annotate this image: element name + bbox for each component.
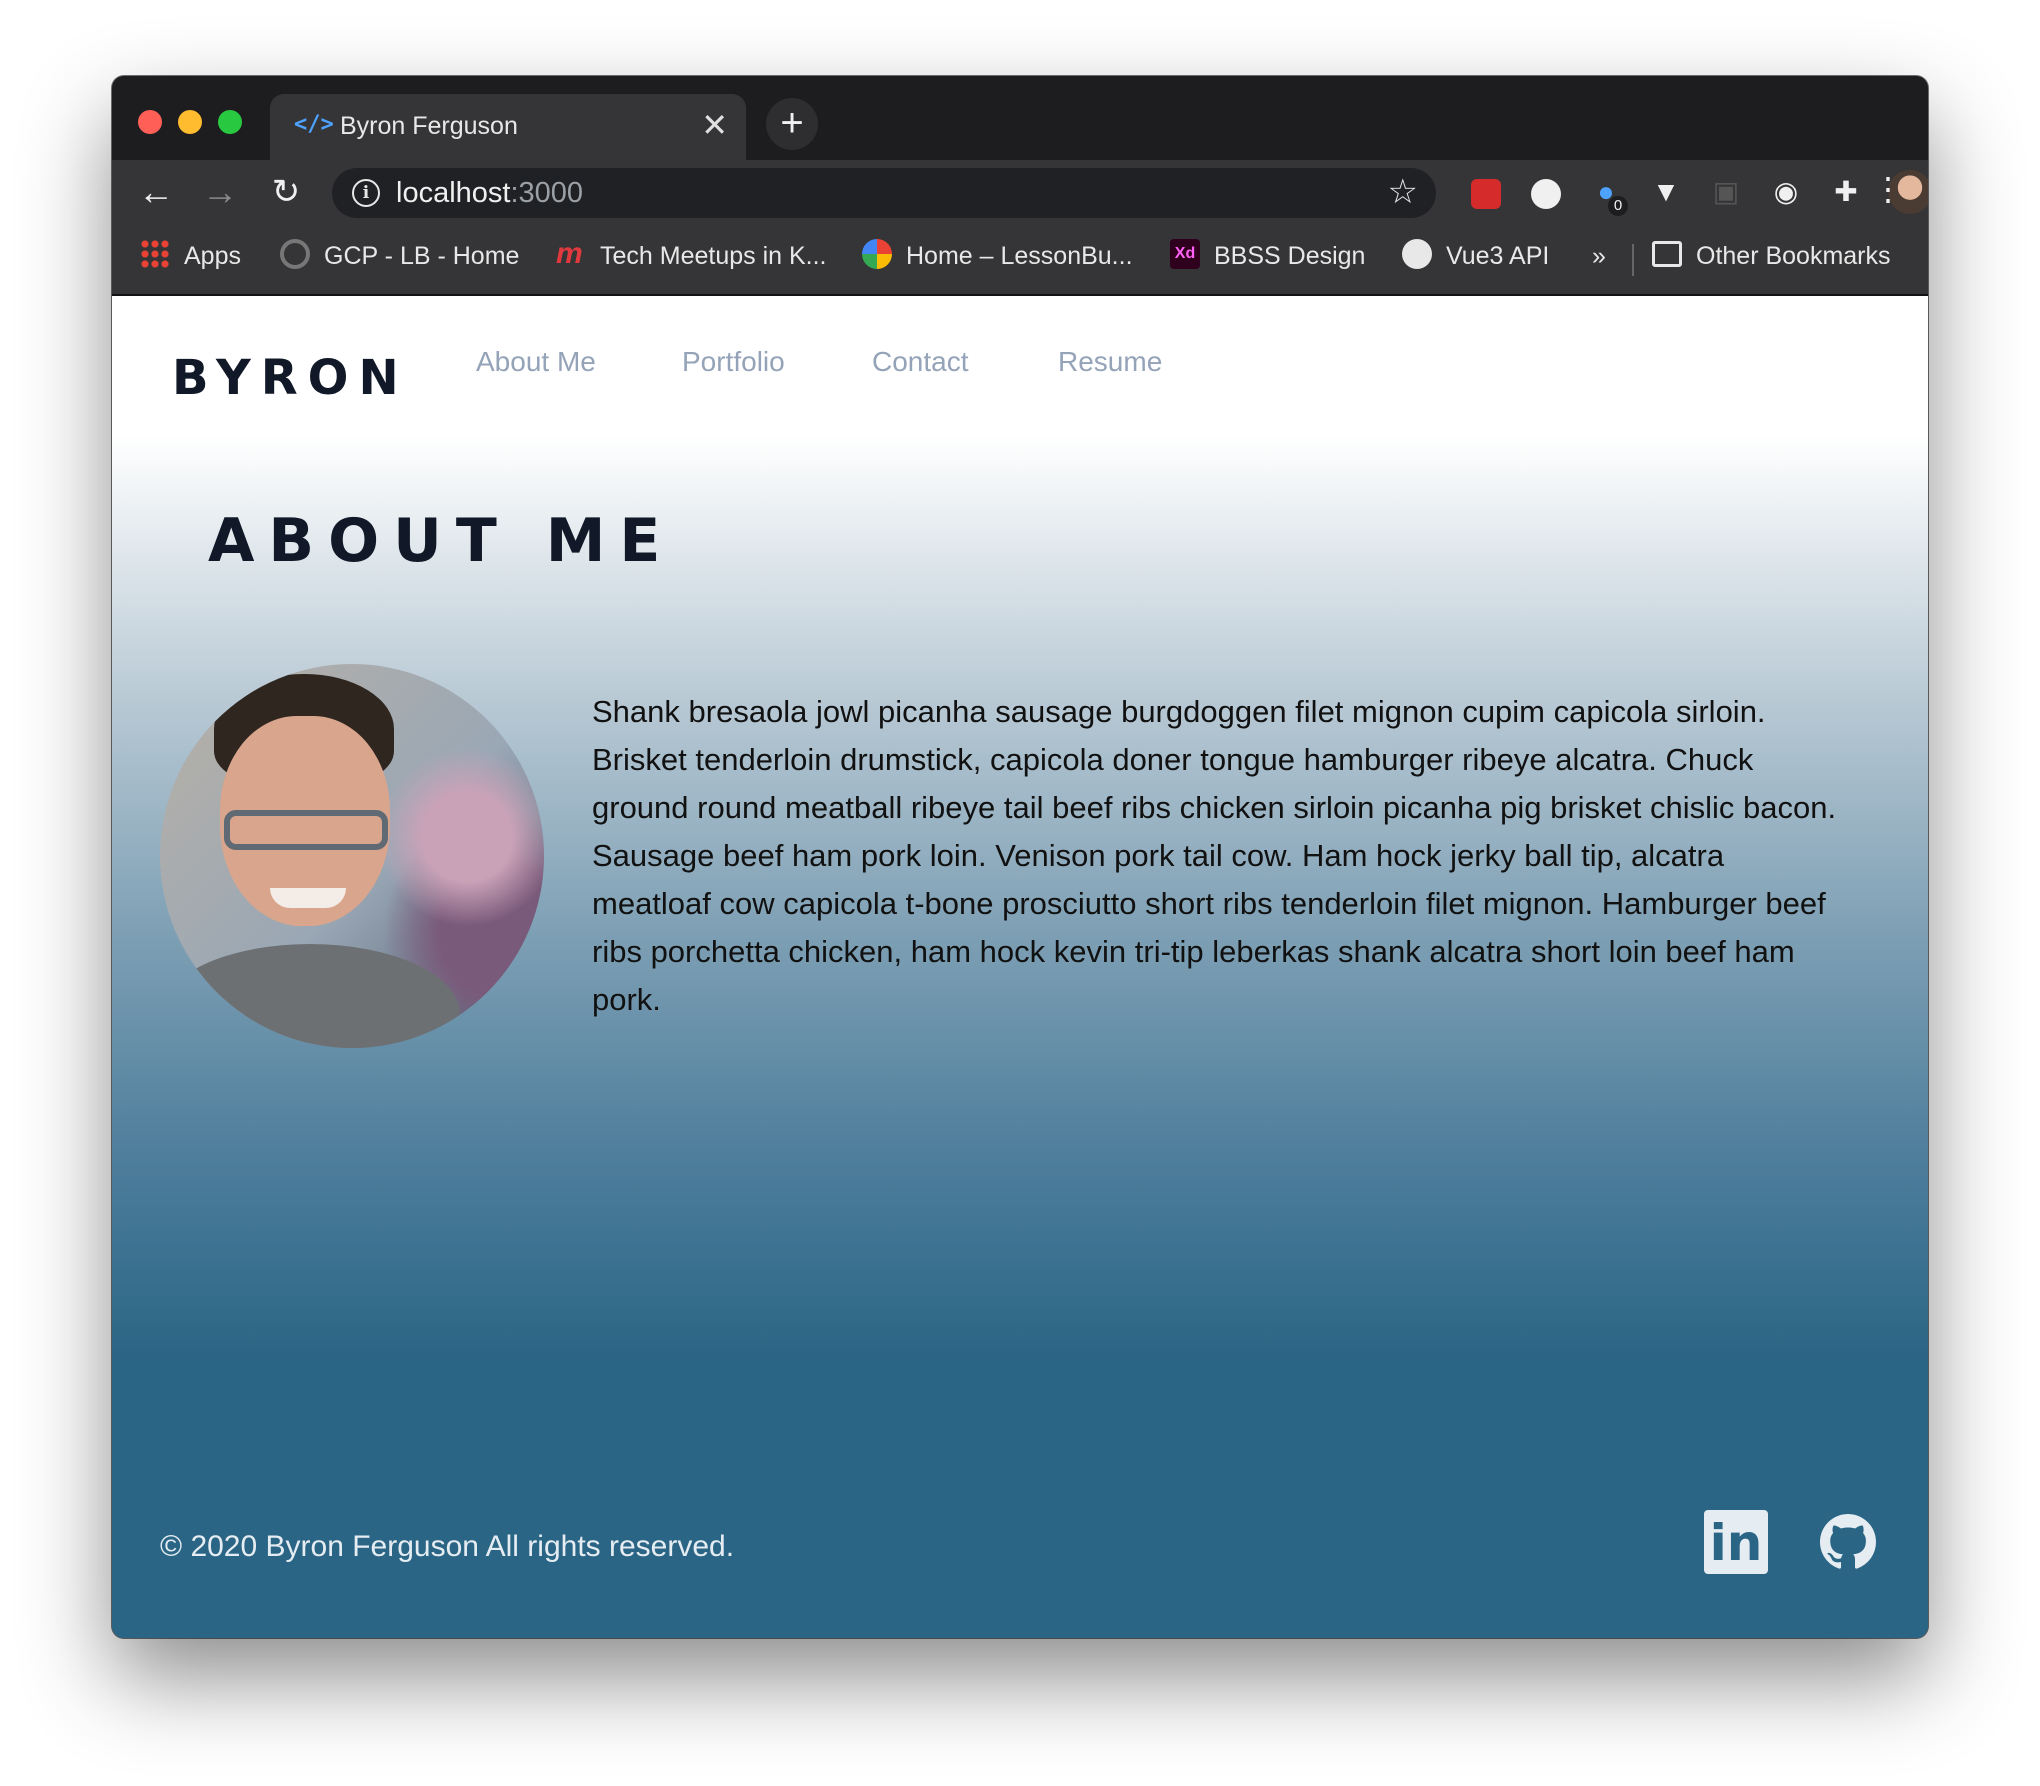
nav-contact[interactable]: Contact [872,346,969,378]
nav-resume[interactable]: Resume [1058,346,1162,378]
bookmark-label: Tech Meetups in K... [600,242,827,270]
address-bar[interactable]: i localhost:3000 ☆ [332,168,1436,218]
vue-devtools-icon[interactable]: ▼ [1646,172,1686,212]
bookmarks-divider [1632,244,1634,276]
bookmarks-bar: Apps GCP - LB - Home m Tech Meetups in K.… [112,224,1928,296]
nav-portfolio[interactable]: Portfolio [682,346,785,378]
bookmark-apps[interactable]: Apps [140,239,241,272]
globe-icon [1402,239,1432,270]
close-window-button[interactable] [138,110,162,134]
gcp-icon [280,239,310,270]
nav-about-me[interactable]: About Me [476,346,596,378]
linkedin-icon[interactable]: in [1704,1510,1768,1574]
site-logo[interactable]: BYRON [172,350,409,406]
reload-icon[interactable]: ↻ [264,170,308,214]
bookmarks-overflow-button[interactable]: » [1592,242,1606,271]
url-port: :3000 [510,177,584,209]
extension-json-icon[interactable] [1526,172,1566,212]
bookmark-meetups[interactable]: m Tech Meetups in K... [556,237,827,272]
kebab-menu-icon[interactable]: ⋮ [1872,170,1904,208]
url-host: localhost [396,177,511,209]
bookmark-bbss-design[interactable]: Xd BBSS Design [1170,239,1366,272]
tab-strip: </> Byron Ferguson ✕ + [112,76,1928,160]
apps-grid-icon [140,239,170,270]
bookmark-label: Home – LessonBu... [906,242,1133,270]
info-icon[interactable]: i [352,179,380,207]
bookmark-gcp[interactable]: GCP - LB - Home [280,239,520,272]
folder-icon [1652,241,1682,268]
adobe-xd-icon: Xd [1170,239,1200,270]
browser-window: </> Byron Ferguson ✕ + ← → ↻ i localhost… [112,76,1928,1638]
extension-red-icon[interactable] [1466,172,1506,212]
meetup-icon: m [556,237,583,271]
bookmark-label: GCP - LB - Home [324,242,520,270]
bookmark-label: Apps [184,242,241,270]
github-extension-icon[interactable]: ◉ [1766,172,1806,212]
url-text[interactable]: localhost:3000 [396,177,583,210]
minimize-window-button[interactable] [178,110,202,134]
bookmark-lessonbuddy[interactable]: Home – LessonBu... [862,239,1133,272]
tab-byron-ferguson[interactable]: </> Byron Ferguson ✕ [270,94,746,160]
profile-photo [160,664,544,1048]
github-icon[interactable] [1820,1514,1876,1570]
page-content: BYRON About Me Portfolio Contact Resume … [112,296,1928,1638]
bio-paragraph: Shank bresaola jowl picanha sausage burg… [592,694,1837,1017]
bookmark-label: Vue3 API [1446,242,1550,270]
bookmark-label: BBSS Design [1214,242,1366,270]
browser-toolbar: ← → ↻ i localhost:3000 ☆ ● 0 ▼ ▣ ◉ ✚ ⋮ [112,160,1928,224]
extensions-puzzle-icon[interactable]: ✚ [1826,172,1866,212]
close-tab-icon[interactable]: ✕ [701,106,728,144]
copyright-text: © 2020 Byron Ferguson All rights reserve… [160,1530,735,1563]
bookmark-label: Other Bookmarks [1696,242,1891,270]
forward-arrow-icon[interactable]: → [198,170,242,214]
maximize-window-button[interactable] [218,110,242,134]
bookmark-vue3-api[interactable]: Vue3 API [1402,239,1550,272]
extension-ghost-icon[interactable]: ● 0 [1586,172,1628,216]
extension-badge: 0 [1608,196,1628,216]
back-arrow-icon[interactable]: ← [134,170,178,214]
code-icon: </> [294,112,334,137]
page-title: ABOUT ME [208,506,675,576]
other-bookmarks[interactable]: Other Bookmarks [1652,241,1891,271]
google-icon [862,239,892,270]
new-tab-button[interactable]: + [766,98,818,150]
tab-title: Byron Ferguson [340,112,518,140]
bookmark-star-icon[interactable]: ☆ [1388,172,1418,212]
camera-icon[interactable]: ▣ [1706,172,1746,212]
